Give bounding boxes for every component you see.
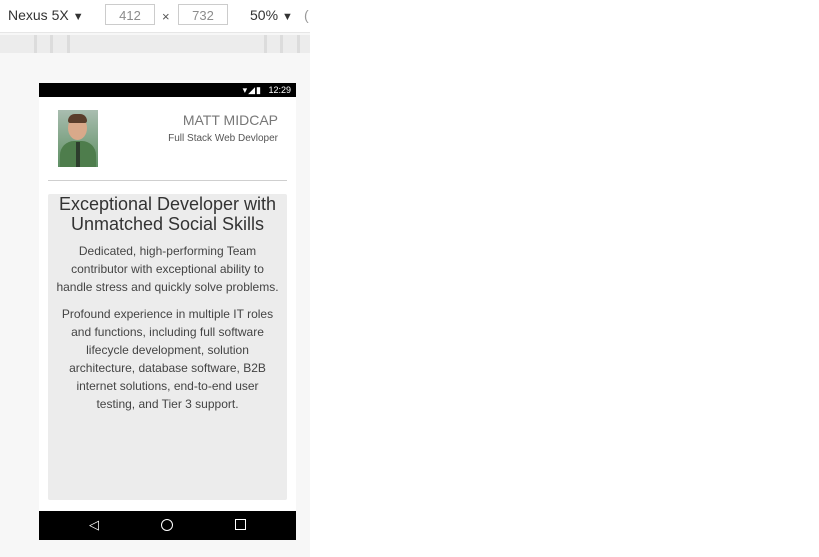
times-icon: × [162, 9, 170, 24]
photo-hair [68, 114, 87, 123]
status-bar: ▾◢▮ 12:29 [39, 83, 296, 97]
devtools-panel: Nexus 5X ▼ 412 × 732 50% ▼ ( ▾◢▮ 12:29 M… [0, 0, 310, 557]
media-query-ruler[interactable] [0, 35, 310, 53]
profile-photo [58, 110, 98, 167]
profile-name: MATT MIDCAP [182, 112, 278, 128]
device-viewport: ▾◢▮ 12:29 MATT MIDCAP Full Stack Web Dev… [39, 83, 296, 540]
ruler-segment[interactable] [267, 35, 280, 53]
ruler-segment[interactable] [283, 35, 297, 53]
chevron-down-icon: ▼ [282, 11, 293, 23]
back-icon[interactable]: ◁ [89, 517, 99, 533]
device-toolbar: Nexus 5X ▼ 412 × 732 50% ▼ ( [0, 0, 310, 33]
device-select[interactable]: Nexus 5X ▼ [8, 7, 84, 23]
card-heading: Exceptional Developer with Unmatched Soc… [58, 194, 277, 234]
overflow-menu-indicator[interactable]: ( [304, 7, 309, 23]
recent-apps-icon[interactable] [235, 519, 246, 530]
ruler-segment[interactable] [53, 35, 67, 53]
home-icon[interactable] [161, 519, 173, 531]
android-nav-bar: ◁ [39, 511, 296, 540]
ruler-segment[interactable] [300, 35, 310, 53]
ruler-segment[interactable] [70, 35, 264, 53]
zoom-label: 50% [250, 7, 279, 23]
width-input[interactable]: 412 [105, 4, 155, 25]
zoom-select[interactable]: 50% ▼ [250, 7, 293, 23]
ruler-segment[interactable] [37, 35, 50, 53]
card-paragraph-2: Profound experience in multiple IT roles… [61, 307, 274, 411]
device-label: Nexus 5X [8, 7, 69, 23]
chevron-down-icon: ▼ [72, 11, 84, 23]
ruler-segment[interactable] [0, 35, 34, 53]
profile-header: MATT MIDCAP Full Stack Web Devloper [48, 97, 287, 181]
status-time: 12:29 [268, 85, 291, 95]
height-input[interactable]: 732 [178, 4, 228, 25]
card-paragraph-1: Dedicated, high-performing Team contribu… [56, 244, 279, 294]
photo-tie [76, 142, 80, 167]
signal-battery-icon: ▾◢▮ [242, 85, 262, 95]
profile-title: Full Stack Web Devloper [168, 133, 278, 144]
intro-card: Exceptional Developer with Unmatched Soc… [48, 194, 287, 500]
